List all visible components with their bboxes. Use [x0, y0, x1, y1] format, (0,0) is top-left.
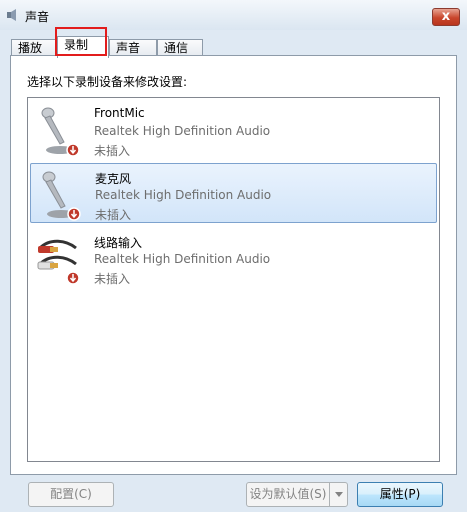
device-status: 未插入: [94, 272, 131, 286]
recording-panel: 选择以下录制设备来修改设置: FrontMic Realtek High Def…: [10, 55, 457, 475]
device-status: 未插入: [94, 144, 131, 158]
tab-communications[interactable]: 通信: [157, 39, 203, 56]
configure-button[interactable]: 配置(C): [28, 482, 114, 507]
list-item-microphone[interactable]: 麦克风 Realtek High Definition Audio 未插入: [30, 163, 437, 223]
device-name: 麦克风: [95, 172, 132, 186]
title-bar[interactable]: 声音 x: [0, 0, 467, 30]
device-driver: Realtek High Definition Audio: [95, 188, 272, 202]
list-item-frontmic[interactable]: FrontMic Realtek High Definition Audio 未…: [30, 100, 437, 160]
device-status: 未插入: [95, 208, 132, 222]
set-default-label: 设为默认值(S): [249, 487, 327, 501]
device-list[interactable]: FrontMic Realtek High Definition Audio 未…: [27, 97, 440, 462]
close-button[interactable]: x: [432, 8, 460, 26]
annotation-highlight-box: [55, 27, 107, 56]
microphone-icon: [41, 107, 80, 157]
device-name: 线路输入: [94, 236, 143, 250]
instruction-text: 选择以下录制设备来修改设置:: [27, 75, 188, 89]
set-default-dropdown[interactable]: [329, 483, 347, 506]
list-item-line-in[interactable]: 线路输入 Realtek High Definition Audio 未插入: [30, 228, 437, 288]
speaker-icon: [7, 9, 16, 21]
properties-button[interactable]: 属性(P): [357, 482, 443, 507]
device-name: FrontMic: [94, 106, 145, 120]
tab-sounds[interactable]: 声音: [109, 39, 157, 56]
microphone-icon: [42, 171, 81, 221]
tab-playback[interactable]: 播放: [11, 39, 57, 56]
line-in-cable-icon: [37, 239, 80, 285]
device-driver: Realtek High Definition Audio: [94, 124, 271, 138]
device-driver: Realtek High Definition Audio: [94, 252, 271, 266]
set-default-button[interactable]: 设为默认值(S): [246, 482, 348, 507]
sound-dialog: 声音 x 播放 录制 声音 通信 选择以下录制设备来修改设置: FrontMic…: [0, 0, 467, 512]
close-icon: x: [441, 9, 451, 24]
chevron-down-icon: [335, 492, 343, 497]
window-title: 声音: [25, 10, 50, 24]
